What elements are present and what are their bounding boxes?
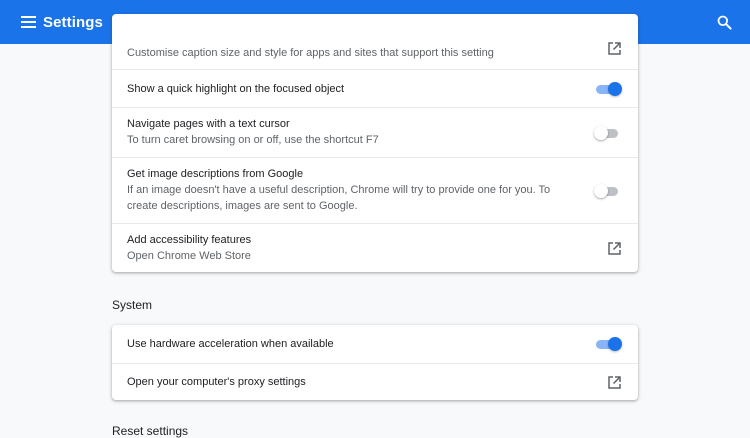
reset-settings-section-title: Reset settings <box>112 424 189 438</box>
hamburger-menu-icon <box>20 16 36 28</box>
image-descriptions-text: Get image descriptions from Google If an… <box>127 167 574 214</box>
open-proxy-settings-button[interactable] <box>606 374 622 390</box>
caret-browsing-text: Navigate pages with a text cursor To tur… <box>127 117 574 148</box>
toggle-knob <box>594 125 608 140</box>
toggle-knob <box>608 337 622 351</box>
caret-browsing-toggle[interactable] <box>594 125 622 140</box>
captions-open-button[interactable] <box>606 40 622 56</box>
image-descriptions-row[interactable]: Get image descriptions from Google If an… <box>112 157 638 223</box>
focus-highlight-toggle[interactable] <box>594 81 622 96</box>
captions-row-text: Customise caption size and style for app… <box>127 44 586 61</box>
hardware-acceleration-toggle[interactable] <box>594 337 622 351</box>
image-descriptions-toggle[interactable] <box>594 183 622 198</box>
proxy-settings-text: Open your computer's proxy settings <box>127 375 586 389</box>
accessibility-settings-card: Customise caption size and style for app… <box>112 14 638 272</box>
search-icon <box>717 15 732 30</box>
add-accessibility-features-description: Open Chrome Web Store <box>127 249 251 262</box>
external-link-icon <box>607 41 621 55</box>
focus-highlight-row[interactable]: Show a quick highlight on the focused ob… <box>112 69 638 107</box>
focus-highlight-text: Show a quick highlight on the focused ob… <box>127 82 574 96</box>
external-link-icon <box>607 375 621 389</box>
hardware-acceleration-row[interactable]: Use hardware acceleration when available <box>112 325 638 363</box>
focus-highlight-label: Show a quick highlight on the focused ob… <box>127 82 345 95</box>
external-link-icon <box>607 241 621 255</box>
toggle-knob <box>594 183 608 198</box>
image-descriptions-description: If an image doesn't have a useful descri… <box>127 184 551 212</box>
image-descriptions-label: Get image descriptions from Google <box>127 168 304 180</box>
open-web-store-button[interactable] <box>606 240 622 256</box>
proxy-settings-row[interactable]: Open your computer's proxy settings <box>112 363 638 400</box>
add-accessibility-features-text: Add accessibility features Open Chrome W… <box>127 233 586 264</box>
system-settings-card: Use hardware acceleration when available… <box>112 325 638 400</box>
proxy-settings-label: Open your computer's proxy settings <box>127 376 306 388</box>
add-accessibility-features-label: Add accessibility features <box>127 233 252 246</box>
hardware-acceleration-text: Use hardware acceleration when available <box>127 337 574 351</box>
hardware-acceleration-label: Use hardware acceleration when available <box>127 338 334 350</box>
caret-browsing-label: Navigate pages with a text cursor <box>127 118 290 130</box>
add-accessibility-features-row[interactable]: Add accessibility features Open Chrome W… <box>112 223 638 272</box>
system-section-title: System <box>112 298 153 312</box>
main-menu-button[interactable] <box>18 12 38 32</box>
search-settings-button[interactable] <box>714 12 734 32</box>
toggle-knob <box>608 81 622 96</box>
caret-browsing-description: To turn caret browsing on or off, use th… <box>127 134 379 146</box>
captions-description: Customise caption size and style for app… <box>127 47 494 59</box>
captions-row[interactable]: Customise caption size and style for app… <box>112 14 638 69</box>
caret-browsing-row[interactable]: Navigate pages with a text cursor To tur… <box>112 107 638 157</box>
